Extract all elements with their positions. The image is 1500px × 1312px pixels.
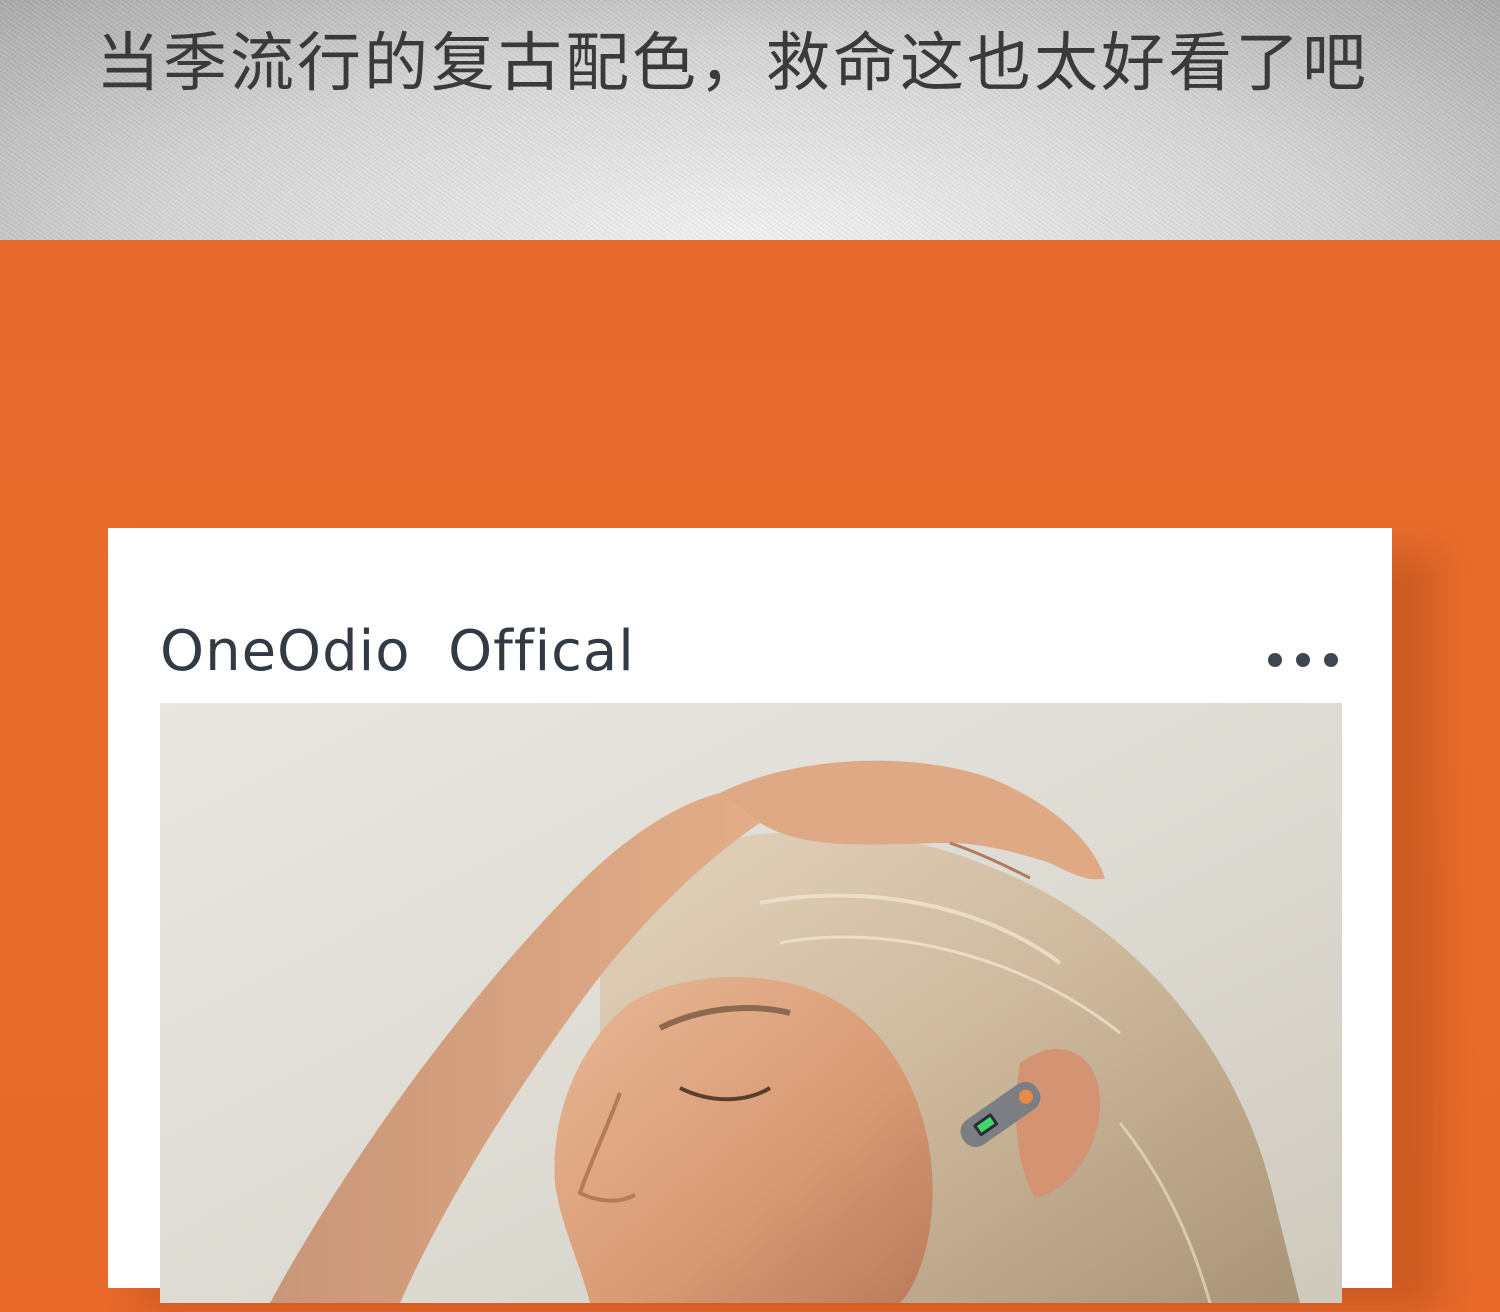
post-photo[interactable] — [160, 703, 1342, 1303]
account-name[interactable]: OneOdio Offical — [160, 620, 635, 684]
more-options-button[interactable] — [1268, 646, 1338, 674]
top-banner: 当季流行的复古配色，救命这也太好看了吧 — [0, 0, 1500, 240]
banner-headline: 当季流行的复古配色，救命这也太好看了吧 — [96, 27, 1369, 101]
more-dots-icon — [1268, 653, 1282, 667]
social-post-card: OneOdio Offical — [108, 528, 1392, 1303]
photo-woman-earbud-icon — [160, 703, 1342, 1303]
